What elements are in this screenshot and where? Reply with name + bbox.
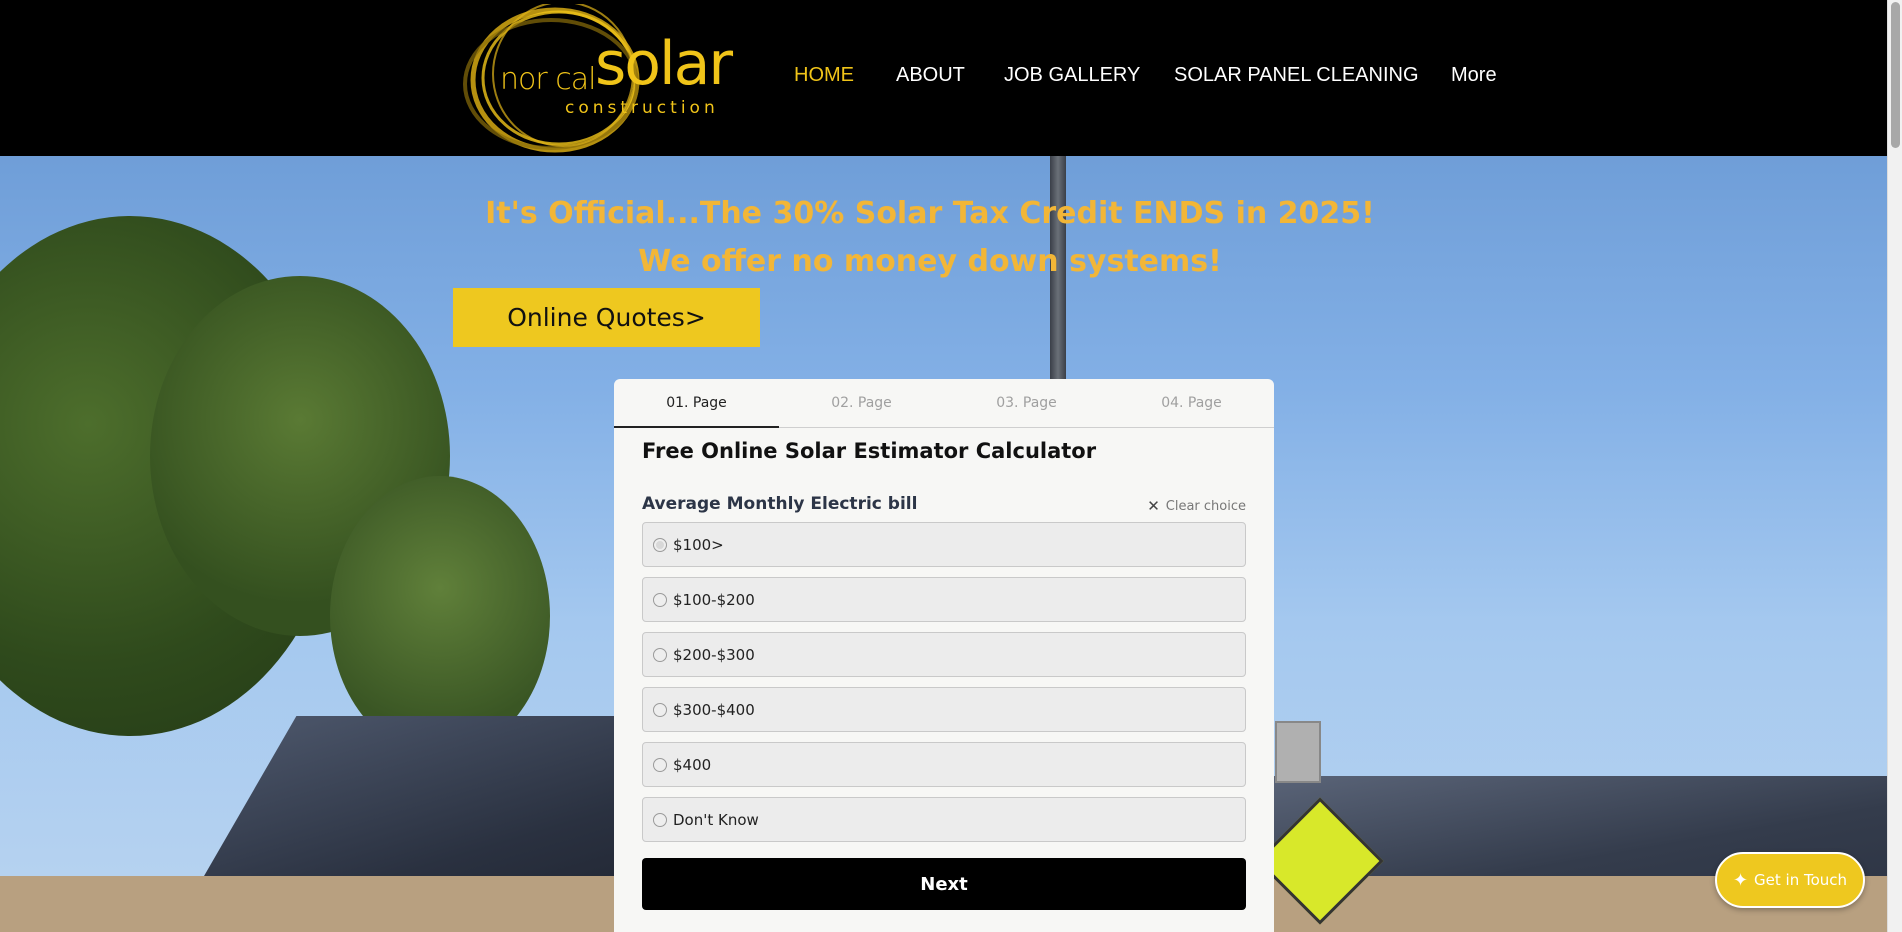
sparkle-icon: ✦	[1732, 869, 1749, 891]
get-in-touch-label: Get in Touch	[1754, 871, 1848, 889]
tree-foliage-3	[330, 476, 550, 756]
option-label: $300-$400	[673, 700, 755, 719]
radio-button[interactable]	[653, 702, 667, 717]
radio-button[interactable]	[653, 812, 667, 827]
option-100-200[interactable]: $100-$200	[642, 577, 1246, 622]
option-label: $400	[673, 755, 712, 774]
option-dont-know[interactable]: Don't Know	[642, 797, 1246, 842]
get-in-touch-button[interactable]: ✦ Get in Touch	[1715, 852, 1865, 908]
radio-button[interactable]	[653, 592, 667, 607]
solar-estimator-form: 01. Page 02. Page 03. Page 04. Page Free…	[614, 379, 1274, 932]
tab-page-4[interactable]: 04. Page	[1109, 379, 1274, 428]
clear-choice-label: Clear choice	[1165, 498, 1246, 514]
tab-page-3[interactable]: 03. Page	[944, 379, 1109, 428]
online-quotes-button[interactable]: Online Quotes>	[453, 288, 760, 347]
form-title: Free Online Solar Estimator Calculator	[642, 439, 1097, 463]
page-scrollbar[interactable]	[1887, 0, 1902, 932]
electric-bill-question: Average Monthly Electric bill	[642, 494, 918, 514]
option-label: $100>	[673, 535, 724, 554]
hero-headline-tax-credit: It's Official...The 30% Solar Tax Credit…	[485, 196, 1375, 231]
site-header: nor cal solar construction HOME ABOUT JO…	[0, 0, 1887, 156]
option-400[interactable]: $400	[642, 742, 1246, 787]
tab-page-1[interactable]: 01. Page	[614, 379, 779, 428]
next-button[interactable]: Next	[642, 858, 1246, 910]
option-300-400[interactable]: $300-$400	[642, 687, 1246, 732]
tab-page-2[interactable]: 02. Page	[779, 379, 944, 428]
logo-solar-text: solar	[595, 29, 733, 99]
radio-button[interactable]	[653, 537, 667, 552]
option-200-300[interactable]: $200-$300	[642, 632, 1246, 677]
radio-button[interactable]	[653, 757, 667, 772]
street-pole	[1050, 156, 1066, 416]
logo-construction-text: construction	[565, 98, 719, 118]
option-label: $100-$200	[673, 590, 755, 609]
nav-solar-panel-cleaning[interactable]: SOLAR PANEL CLEANING	[1174, 64, 1419, 87]
norcal-solar-logo[interactable]: nor cal solar construction	[455, 4, 745, 154]
nav-home[interactable]: HOME	[794, 64, 854, 87]
radio-button[interactable]	[653, 647, 667, 662]
nav-more[interactable]: More	[1451, 64, 1497, 87]
close-icon: ✕	[1147, 497, 1160, 515]
hero-headline-no-money-down: We offer no money down systems!	[638, 244, 1222, 279]
option-label: $200-$300	[673, 645, 755, 664]
option-under-100[interactable]: $100>	[642, 522, 1246, 567]
nav-job-gallery[interactable]: JOB GALLERY	[1004, 64, 1140, 87]
form-page-tabs: 01. Page 02. Page 03. Page 04. Page	[614, 379, 1274, 428]
scrollbar-thumb[interactable]	[1891, 2, 1900, 148]
nav-about[interactable]: ABOUT	[896, 64, 965, 87]
clear-choice-button[interactable]: ✕ Clear choice	[1147, 497, 1246, 515]
electrical-box	[1275, 721, 1321, 783]
option-label: Don't Know	[673, 810, 759, 829]
logo-norcal-text: nor cal	[500, 62, 596, 97]
